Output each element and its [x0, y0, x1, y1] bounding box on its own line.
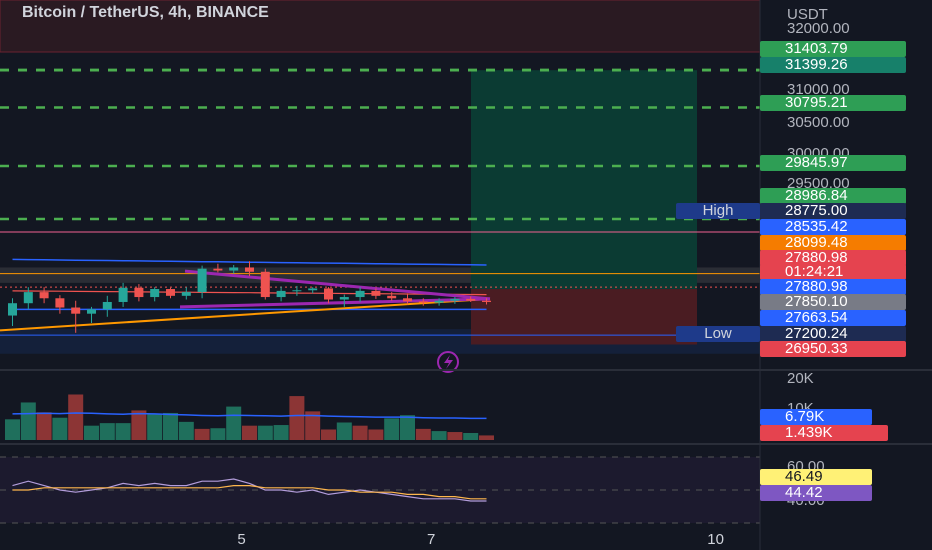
volume-bar-27: [431, 431, 447, 440]
low-marker-label: Low: [676, 326, 760, 342]
candle-body-23: [371, 290, 381, 296]
volume-bar-10: [163, 412, 178, 440]
candle-body-21: [339, 297, 349, 300]
time-tick-2: 10: [707, 531, 724, 548]
candle-body-27: [434, 300, 444, 303]
volume-tag-1: 1.439K: [760, 425, 888, 441]
candle-body-11: [181, 292, 191, 296]
candle-body-30: [482, 300, 491, 302]
candle-body-24: [387, 295, 397, 299]
volume-bar-2: [36, 412, 52, 440]
volume-ma-line: [12, 412, 487, 420]
volume-bar-3: [52, 417, 68, 440]
price-tick-2: 30500.00: [787, 114, 850, 131]
candle-body-19: [308, 288, 318, 291]
candle-body-18: [292, 290, 302, 292]
flash-icon-bolt: [444, 355, 453, 369]
volume-bar-24: [384, 418, 400, 440]
price-tag-14: 26950.33: [760, 341, 906, 357]
price-tick-0: 32000.00: [787, 20, 850, 37]
volume-bar-7: [115, 423, 131, 440]
candle-body-5: [87, 309, 96, 314]
volume-bar-0: [5, 419, 20, 440]
candle-body-28: [450, 298, 460, 301]
volume-tag-0: 6.79K: [760, 409, 872, 425]
high-marker-label: High: [676, 203, 760, 219]
candle-body-13: [213, 268, 223, 271]
candle-body-25: [403, 298, 412, 302]
candle-body-17: [276, 290, 286, 298]
time-tick-1: 7: [427, 531, 435, 548]
volume-bar-5: [84, 425, 99, 440]
volume-bar-15: [242, 425, 257, 440]
price-tag-11: 27850.10: [760, 294, 906, 310]
candle-body-8: [134, 287, 144, 298]
volume-bar-25: [400, 415, 415, 440]
candle-body-2: [39, 292, 49, 299]
volume-bar-21: [336, 422, 352, 440]
volume-bar-20: [321, 429, 336, 440]
volume-bar-6: [99, 423, 115, 440]
volume-bar-23: [368, 429, 384, 440]
volume-bar-26: [415, 428, 431, 440]
rsi-tag-0: 46.49: [760, 469, 872, 485]
candle-body-9: [150, 289, 160, 298]
price-tag-3: 29845.97: [760, 155, 906, 171]
candle-body-15: [245, 267, 254, 272]
candle-body-7: [118, 287, 128, 302]
candle-body-4: [71, 307, 81, 314]
volume-bar-18: [289, 396, 305, 440]
volume-bar-17: [273, 425, 289, 440]
candle-body-1: [23, 292, 33, 304]
candle-body-3: [55, 298, 65, 308]
profit-zone: [471, 70, 697, 290]
candle-body-20: [324, 288, 333, 300]
volume-bar-11: [178, 421, 194, 440]
volume-bar-16: [257, 425, 273, 440]
rsi-tag-1: 44.42: [760, 485, 872, 501]
support-trendline: [179, 297, 491, 309]
volume-bar-29: [463, 433, 479, 440]
candle-body-16: [260, 271, 270, 298]
price-tag-0: 31403.79: [760, 41, 906, 57]
candle-body-10: [166, 289, 175, 296]
volume-bar-13: [210, 428, 226, 440]
time-tick-0: 5: [237, 531, 245, 548]
loss-zone: [471, 289, 697, 345]
volume-bar-12: [194, 428, 210, 440]
volume-bar-1: [20, 402, 36, 440]
price-tag-6: 28535.42: [760, 219, 906, 235]
price-tag-1: 31399.26: [760, 57, 906, 73]
rising-trendline: [0, 297, 491, 332]
price-tag-5: 28775.00: [760, 203, 906, 219]
volume-bar-28: [447, 432, 463, 440]
candle-body-6: [102, 301, 112, 310]
volume-bar-4: [68, 394, 84, 440]
volume-bar-14: [226, 406, 242, 440]
candle-body-29: [466, 298, 476, 301]
candle-body-12: [197, 268, 207, 293]
candle-body-0: [8, 303, 17, 316]
volume-tick-0: 20K: [787, 370, 814, 387]
chart-title: Bitcoin / TetherUS, 4h, BINANCE: [22, 4, 269, 21]
price-tag-2: 30795.21: [760, 95, 906, 111]
candle-body-22: [355, 290, 365, 298]
candle-body-26: [418, 301, 428, 303]
candle-body-14: [229, 267, 239, 271]
volume-bar-22: [352, 425, 368, 440]
price-tag-12: 27663.54: [760, 310, 906, 326]
volume-bar-9: [147, 413, 163, 440]
volume-bar-8: [131, 410, 147, 440]
volume-bar-30: [479, 435, 494, 440]
